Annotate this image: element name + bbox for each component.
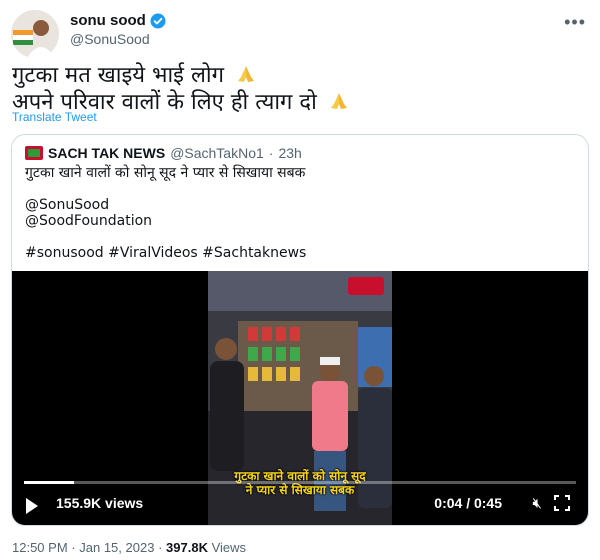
- author-name[interactable]: sonu sood: [70, 12, 146, 29]
- video-views: 155.9K views: [56, 495, 144, 511]
- video-progress-bar[interactable]: [24, 481, 576, 484]
- quoted-hashtags[interactable]: #sonusood #ViralVideos #Sachtaknews: [25, 245, 575, 261]
- quoted-author-name: SACH TAK NEWS: [48, 145, 166, 161]
- video-progress-fill: [24, 481, 74, 484]
- folded-hands-emoji-icon: [330, 93, 347, 109]
- tweet-date[interactable]: Jan 15, 2023: [79, 540, 154, 555]
- tweet-meta: 12:50 PM · Jan 15, 2023 · 397.8K Views: [12, 540, 246, 555]
- quoted-text-line: गुटका खाने वालों को सोनू सूद ने प्यार से…: [25, 165, 306, 181]
- author-row: sonu sood: [70, 12, 166, 29]
- translate-tweet-link[interactable]: Translate Tweet: [12, 110, 97, 124]
- author-handle[interactable]: @SonuSood: [70, 31, 150, 47]
- play-icon[interactable]: [26, 498, 38, 514]
- tweet-line-1: गुटका मत खाइये भाई लोग: [12, 62, 582, 89]
- tweet-views-count: 397.8K: [166, 540, 208, 555]
- tweet-text: गुटका मत खाइये भाई लोग अपने परिवार वालों…: [12, 62, 582, 116]
- avatar-image: [11, 10, 59, 58]
- meta-separator: ·: [158, 540, 163, 555]
- tweet-line-1-text: गुटका मत खाइये भाई लोग: [12, 63, 224, 88]
- video-controls: 155.9K views 0:04 / 0:45 🔇︎: [12, 481, 588, 525]
- quoted-author-handle: @SachTakNo1: [170, 145, 264, 161]
- video-time: 0:04 / 0:45: [434, 495, 502, 511]
- quoted-separator: ·: [268, 145, 274, 161]
- tweet-views-label: Views: [211, 540, 247, 555]
- folded-hands-emoji-icon: [237, 66, 254, 82]
- quoted-age: 23h: [278, 145, 302, 161]
- verified-badge-icon: [150, 13, 166, 28]
- quoted-mention[interactable]: @SoodFoundation: [25, 213, 575, 229]
- meta-separator: ·: [71, 540, 76, 555]
- volume-muted-icon[interactable]: 🔇︎: [533, 495, 542, 512]
- tweet-time[interactable]: 12:50 PM: [12, 540, 68, 555]
- quoted-header: SACH TAK NEWS @SachTakNo1 · 23h: [25, 145, 302, 161]
- quoted-mention[interactable]: @SonuSood: [25, 197, 575, 213]
- quoted-text: गुटका खाने वालों को सोनू सूद ने प्यार से…: [25, 165, 575, 261]
- fullscreen-icon[interactable]: [552, 493, 572, 513]
- sachtak-logo-icon: [25, 146, 43, 160]
- quoted-tweet[interactable]: SACH TAK NEWS @SachTakNo1 · 23h गुटका खा…: [11, 134, 589, 526]
- avatar[interactable]: [11, 10, 59, 58]
- video-player[interactable]: गुटका खाने वालों को सोनू सूद ने प्यार से…: [12, 271, 588, 525]
- more-options-icon[interactable]: •••: [564, 12, 586, 33]
- tweet-line-2: अपने परिवार वालों के लिए ही त्याग दो: [12, 89, 582, 116]
